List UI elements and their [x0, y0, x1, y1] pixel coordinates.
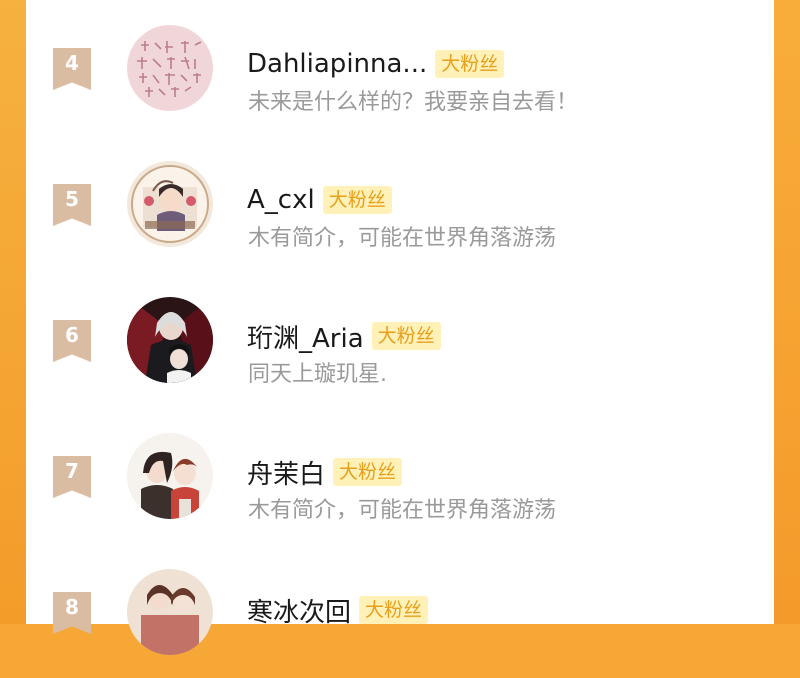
rank-tag: 4	[53, 48, 91, 90]
rank-tag: 7	[53, 456, 91, 498]
fan-name[interactable]: A_cxl	[247, 185, 315, 215]
anime-duo-avatar-image	[127, 433, 213, 519]
fan-level-badge: 大粉丝	[333, 458, 403, 486]
right-frame-border	[774, 0, 800, 624]
fan-list-item[interactable]: 6 珩渊_Aria 大粉丝 同天上璇玑星.	[26, 270, 774, 406]
avatar[interactable]	[127, 569, 213, 655]
rank-tag: 5	[53, 184, 91, 226]
rank-tag: 6	[53, 320, 91, 362]
fan-name[interactable]: 珩渊_Aria	[247, 318, 364, 355]
fan-list-item[interactable]: 8 寒冰次回 大粉丝	[26, 542, 774, 678]
fan-list-item[interactable]: 5 A_cxl 大粉丝 木有简介，可能在世界角落游荡	[26, 134, 774, 270]
fan-level-badge: 大粉丝	[371, 322, 441, 350]
fan-bio: 未来是什么样的？我要亲自去看！	[248, 90, 579, 115]
fan-bio: 木有简介，可能在世界角落游荡	[248, 498, 557, 523]
anime-character-avatar-image	[127, 161, 213, 247]
avatar[interactable]	[127, 433, 213, 519]
avatar[interactable]	[127, 25, 213, 111]
left-frame-border	[0, 0, 26, 624]
fan-level-badge: 大粉丝	[322, 186, 392, 214]
anime-couple-avatar-image	[127, 569, 213, 655]
fan-name[interactable]: 寒冰次回	[247, 592, 351, 629]
calligraphy-avatar-image	[127, 25, 213, 111]
avatar[interactable]	[127, 297, 213, 383]
fan-name[interactable]: Dahliapinna...	[247, 49, 427, 79]
fan-list-item[interactable]: 7 舟茉白 大粉丝 木有简介，可能在世界角落游荡	[26, 406, 774, 542]
fan-ranking-list: 4 Dahliapinna... 大粉丝 未来是什么样的？我要亲自去看！ 5 A…	[26, 0, 774, 655]
fan-list-item[interactable]: 4 Dahliapinna... 大粉丝 未来是什么样的？我要亲自去看！	[26, 0, 774, 134]
fan-bio: 同天上璇玑星.	[248, 362, 387, 387]
fan-level-badge: 大粉丝	[435, 50, 505, 78]
fan-name[interactable]: 舟茉白	[247, 454, 325, 491]
avatar[interactable]	[127, 161, 213, 247]
rank-tag: 8	[53, 592, 91, 634]
dark-anime-avatar-image	[127, 297, 213, 383]
fan-level-badge: 大粉丝	[359, 596, 429, 624]
fan-bio: 木有简介，可能在世界角落游荡	[248, 226, 557, 251]
